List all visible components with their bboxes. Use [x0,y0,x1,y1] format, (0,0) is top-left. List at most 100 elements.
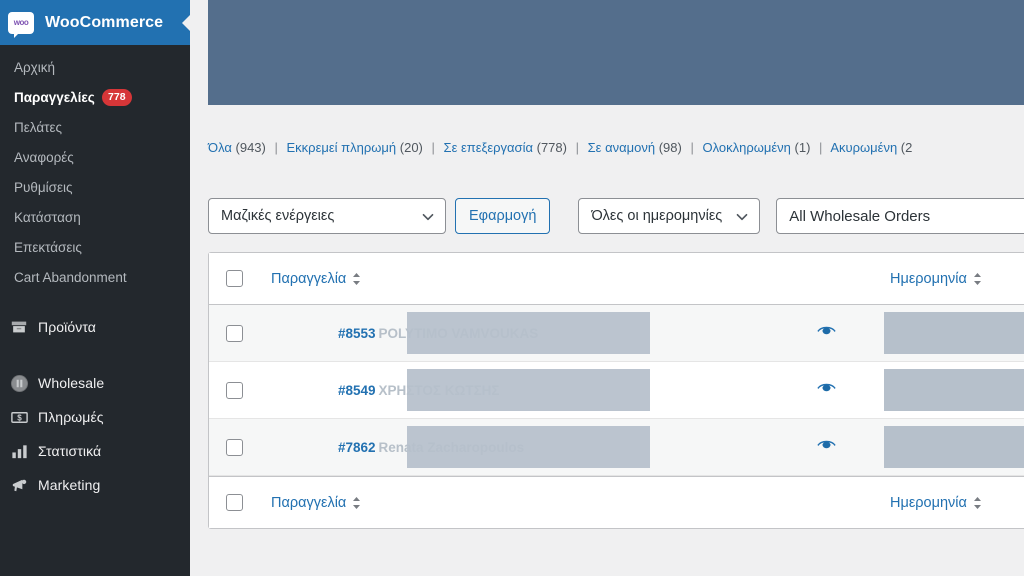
admin-sidebar: woo WooCommerce Αρχική Παραγγελίες 778 Π… [0,0,190,576]
order-status-filter-links: Όλα (943) | Εκκρεμεί πληρωμή (20) | Σε ε… [208,140,912,156]
order-number-link[interactable]: #7862 [338,440,376,455]
chevron-down-icon [736,211,747,222]
sort-by-date-link-top[interactable]: Ημερομηνία [890,271,982,287]
select-all-cell [209,494,259,511]
sidebar-item-payments[interactable]: $ Πληρωμές [0,400,190,434]
orders-count-badge: 778 [102,89,132,106]
date-column-label: Ημερομηνία [890,271,967,287]
sidebar-item-analytics[interactable]: Στατιστικά [0,434,190,468]
sort-indicator-icon [352,496,361,510]
sidebar-item-reports[interactable]: Αναφορές [0,142,190,172]
woocommerce-logo-text: woo [14,18,29,27]
status-filter-count: (778) [537,140,567,155]
sidebar-item-label: Κατάσταση [14,210,81,225]
status-filter-all[interactable]: Όλα [208,140,232,155]
products-box-icon [9,317,29,337]
row-checkbox[interactable] [226,382,243,399]
status-filter-count: (20) [400,140,423,155]
sidebar-item-status[interactable]: Κατάσταση [0,202,190,232]
sidebar-item-label: Πληρωμές [38,409,104,425]
status-filter-on-hold[interactable]: Σε αναμονή [588,140,655,155]
status-filter-pending-payment[interactable]: Εκκρεμεί πληρωμή [287,140,397,155]
redaction-overlay-customer [407,426,650,468]
row-select-cell [209,439,259,456]
order-column-header: Παραγγελία [259,271,786,287]
status-filter-label: Εκκρεμεί πληρωμή [287,140,397,155]
woocommerce-brand-title: WooCommerce [45,14,163,32]
bulk-actions-value: Μαζικές ενέργειες [221,208,334,224]
date-column-label: Ημερομηνία [890,495,967,511]
eye-preview-icon[interactable] [817,381,835,399]
separator: | [432,140,435,155]
sidebar-item-orders[interactable]: Παραγγελίες 778 [0,82,190,112]
sidebar-item-customers[interactable]: Πελάτες [0,112,190,142]
sidebar-item-label: Cart Abandonment [14,270,127,285]
select-all-checkbox-top[interactable] [226,270,243,287]
row-select-cell [209,325,259,342]
status-filter-count: (2 [901,140,913,155]
select-all-checkbox-bottom[interactable] [226,494,243,511]
status-filter-completed[interactable]: Ολοκληρωμένη [702,140,790,155]
date-cell [866,426,1024,468]
sort-indicator-icon [352,272,361,286]
table-row[interactable]: #7862 Renata Zacharopoulos [209,419,1024,476]
sidebar-item-label: Marketing [38,477,100,493]
date-column-footer: Ημερομηνία [866,495,1024,511]
preview-cell [786,438,866,456]
sidebar-item-extensions[interactable]: Επεκτάσεις [0,232,190,262]
woocommerce-orders-screen: woo WooCommerce Αρχική Παραγγελίες 778 Π… [0,0,1024,576]
wholesale-orders-filter-input[interactable]: All Wholesale Orders [776,198,1024,234]
row-checkbox[interactable] [226,325,243,342]
table-row[interactable]: #8549 ΧΡΗΣΤΟΣ ΚΩΤΣΗΣ [209,362,1024,419]
sidebar-item-products[interactable]: Προϊόντα [0,310,190,344]
sidebar-item-label: Προϊόντα [38,319,96,335]
bulk-actions-select[interactable]: Μαζικές ενέργειες [208,198,446,234]
table-row[interactable]: #8553 POLYTIMO VAMVOUKAS [209,305,1024,362]
sidebar-item-label: Πελάτες [14,120,62,135]
separator: | [690,140,693,155]
wholesale-circle-icon [9,373,29,393]
order-cell: #8553 POLYTIMO VAMVOUKAS [259,326,786,341]
woocommerce-submenu: Αρχική Παραγγελίες 778 Πελάτες Αναφορές … [0,45,190,300]
status-filter-label: Σε επεξεργασία [444,140,533,155]
apply-bulk-action-button[interactable]: Εφαρμογή [455,198,550,234]
order-number-link[interactable]: #8549 [338,383,376,398]
row-select-cell [209,382,259,399]
sort-by-order-link-top[interactable]: Παραγγελία [271,271,361,287]
sort-by-date-link-bottom[interactable]: Ημερομηνία [890,495,982,511]
status-filter-count: (943) [236,140,266,155]
date-filter-value: Όλες οι ημερομηνίες [591,208,722,224]
woocommerce-logo-icon: woo [8,12,34,34]
separator: | [819,140,822,155]
redaction-overlay-customer [407,312,650,354]
sort-by-order-link-bottom[interactable]: Παραγγελία [271,495,361,511]
table-toolbar: Μαζικές ενέργειες Εφαρμογή Όλες οι ημερο… [208,198,1024,234]
order-column-label: Παραγγελία [271,271,346,287]
date-filter-select[interactable]: Όλες οι ημερομηνίες [578,198,760,234]
status-filter-cancelled[interactable]: Ακυρωμένη [830,140,897,155]
order-column-footer: Παραγγελία [259,495,786,511]
status-filter-processing[interactable]: Σε επεξεργασία [444,140,533,155]
separator: | [576,140,579,155]
row-checkbox[interactable] [226,439,243,456]
status-filter-label: Όλα [208,140,232,155]
sidebar-item-marketing[interactable]: Marketing [0,468,190,502]
sidebar-item-home[interactable]: Αρχική [0,52,190,82]
sidebar-item-cart-abandonment[interactable]: Cart Abandonment [0,262,190,292]
select-all-cell [209,270,259,287]
woocommerce-brand-header[interactable]: woo WooCommerce [0,0,190,45]
order-cell: #8549 ΧΡΗΣΤΟΣ ΚΩΤΣΗΣ [259,383,786,398]
order-number-link[interactable]: #8553 [338,326,376,341]
preview-cell [786,324,866,342]
sidebar-item-label: Wholesale [38,375,104,391]
eye-preview-icon[interactable] [817,438,835,456]
sidebar-item-settings[interactable]: Ρυθμίσεις [0,172,190,202]
status-filter-label: Ολοκληρωμένη [702,140,790,155]
order-cell: #7862 Renata Zacharopoulos [259,440,786,455]
eye-preview-icon[interactable] [817,324,835,342]
sidebar-item-wholesale[interactable]: Wholesale [0,366,190,400]
status-filter-count: (1) [795,140,811,155]
status-filter-label: Σε αναμονή [588,140,655,155]
chevron-down-icon [422,211,433,222]
menu-divider [0,300,190,310]
